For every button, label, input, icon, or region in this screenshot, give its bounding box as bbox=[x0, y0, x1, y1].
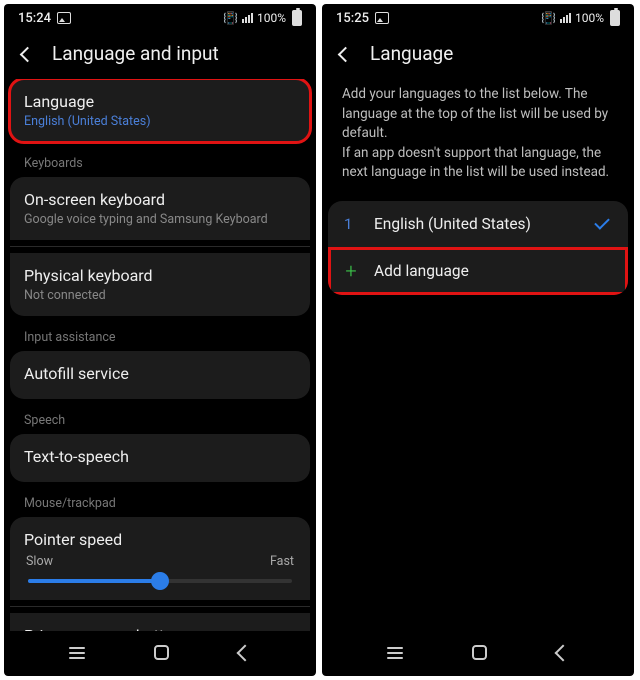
page-title: Language bbox=[370, 42, 453, 65]
navigation-bar bbox=[4, 631, 316, 676]
screenshot-language-list: 15:25 📳 100% Language Add your languages… bbox=[322, 4, 634, 676]
screenshot-language-and-input: 15:24 📳 100% Language and input Language… bbox=[4, 4, 316, 676]
nav-back-icon[interactable] bbox=[555, 644, 572, 661]
status-bar: 15:25 📳 100% bbox=[322, 4, 634, 30]
language-list: 1 English (United States) + Add language bbox=[328, 201, 628, 295]
clock: 15:24 bbox=[18, 11, 51, 26]
setting-autofill[interactable]: Autofill service bbox=[10, 351, 310, 399]
section-input-assistance: Input assistance bbox=[10, 324, 310, 351]
setting-title: Pointer speed bbox=[24, 530, 296, 549]
setting-title: On-screen keyboard bbox=[24, 190, 296, 209]
section-speech: Speech bbox=[10, 407, 310, 434]
language-name: English (United States) bbox=[374, 215, 576, 233]
language-index: 1 bbox=[344, 215, 358, 233]
page-title: Language and input bbox=[52, 42, 219, 65]
setting-tts[interactable]: Text-to-speech bbox=[10, 434, 310, 482]
setting-title: Text-to-speech bbox=[24, 447, 296, 466]
setting-title: Physical keyboard bbox=[24, 266, 296, 285]
section-keyboards: Keyboards bbox=[10, 150, 310, 177]
setting-title: Autofill service bbox=[24, 364, 296, 383]
nav-recents-icon[interactable] bbox=[69, 647, 85, 659]
nav-home-icon[interactable] bbox=[154, 645, 169, 660]
setting-onscreen-keyboard[interactable]: On-screen keyboard Google voice typing a… bbox=[10, 177, 310, 240]
check-icon bbox=[592, 218, 612, 230]
battery-icon bbox=[610, 10, 620, 26]
setting-language[interactable]: Language English (United States) bbox=[10, 79, 310, 142]
nav-recents-icon[interactable] bbox=[387, 647, 403, 659]
vibrate-icon: 📳 bbox=[541, 11, 556, 25]
battery-percent: 100% bbox=[257, 11, 286, 25]
setting-physical-keyboard[interactable]: Physical keyboard Not connected bbox=[10, 253, 310, 316]
screenshot-indicator-icon bbox=[57, 12, 71, 24]
setting-pointer-speed: Pointer speed Slow Fast bbox=[10, 517, 310, 600]
signal-icon bbox=[242, 13, 253, 23]
status-bar: 15:24 📳 100% bbox=[4, 4, 316, 30]
screenshot-indicator-icon bbox=[375, 12, 389, 24]
back-icon[interactable] bbox=[18, 45, 36, 63]
setting-subtitle: Google voice typing and Samsung Keyboard bbox=[24, 212, 296, 227]
nav-home-icon[interactable] bbox=[472, 645, 487, 660]
signal-icon bbox=[560, 13, 571, 23]
screen-header: Language and input bbox=[4, 30, 316, 79]
battery-icon bbox=[292, 10, 302, 26]
pointer-speed-slider[interactable] bbox=[28, 579, 292, 583]
plus-icon: + bbox=[344, 261, 358, 281]
add-language-label: Add language bbox=[374, 262, 612, 280]
setting-subtitle: English (United States) bbox=[24, 114, 296, 129]
back-icon[interactable] bbox=[336, 45, 354, 63]
slider-thumb[interactable] bbox=[151, 572, 169, 590]
clock: 15:25 bbox=[336, 11, 369, 26]
nav-back-icon[interactable] bbox=[237, 644, 254, 661]
setting-title: Language bbox=[24, 92, 296, 111]
slider-min-label: Slow bbox=[26, 554, 53, 569]
navigation-bar bbox=[322, 631, 634, 676]
setting-subtitle: Not connected bbox=[24, 288, 296, 303]
vibrate-icon: 📳 bbox=[223, 11, 238, 25]
add-language-button[interactable]: + Add language bbox=[328, 247, 628, 295]
language-description: Add your languages to the list below. Th… bbox=[328, 79, 628, 201]
setting-primary-mouse-button[interactable]: Primary mouse button Left bbox=[10, 613, 310, 631]
section-mouse: Mouse/trackpad bbox=[10, 490, 310, 517]
language-item-1[interactable]: 1 English (United States) bbox=[328, 201, 628, 247]
slider-max-label: Fast bbox=[270, 554, 294, 569]
screen-header: Language bbox=[322, 30, 634, 79]
battery-percent: 100% bbox=[575, 11, 604, 25]
